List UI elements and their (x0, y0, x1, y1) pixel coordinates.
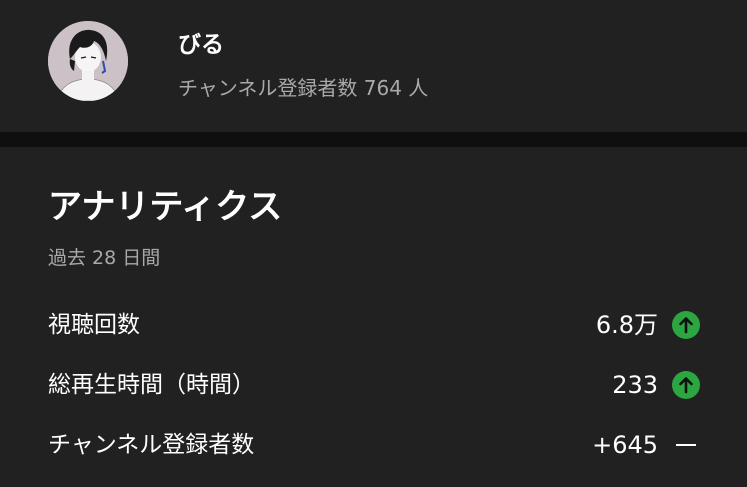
channel-dashboard: びる チャンネル登録者数 764 人 アナリティクス 過去 28 日間 視聴回数… (0, 0, 747, 487)
channel-header[interactable]: びる チャンネル登録者数 764 人 (0, 0, 747, 132)
metric-row-subscribers[interactable]: チャンネル登録者数 +645 (48, 425, 700, 465)
metric-label: チャンネル登録者数 (48, 432, 255, 458)
metric-row-watch-time[interactable]: 総再生時間（時間） 233 (48, 365, 700, 405)
analytics-period: 過去 28 日間 (48, 247, 161, 269)
metric-row-views[interactable]: 視聴回数 6.8万 (48, 305, 700, 345)
avatar-illustration (48, 21, 128, 101)
dash-icon (676, 444, 696, 446)
avatar[interactable] (48, 21, 128, 101)
analytics-title: アナリティクス (48, 187, 283, 227)
metric-value: 233 (612, 371, 658, 399)
metric-label: 総再生時間（時間） (48, 372, 255, 398)
metric-label: 視聴回数 (48, 312, 140, 338)
arrow-up-circle-icon (672, 311, 700, 339)
channel-name[interactable]: びる (178, 30, 224, 60)
section-divider (0, 132, 747, 147)
analytics-card[interactable]: アナリティクス 過去 28 日間 視聴回数 6.8万 総再生時間（時間） 233 (0, 147, 747, 487)
arrow-up-circle-icon (672, 371, 700, 399)
metric-value: +645 (592, 431, 658, 459)
subscriber-count: チャンネル登録者数 764 人 (178, 76, 429, 100)
metric-value: 6.8万 (595, 311, 658, 339)
